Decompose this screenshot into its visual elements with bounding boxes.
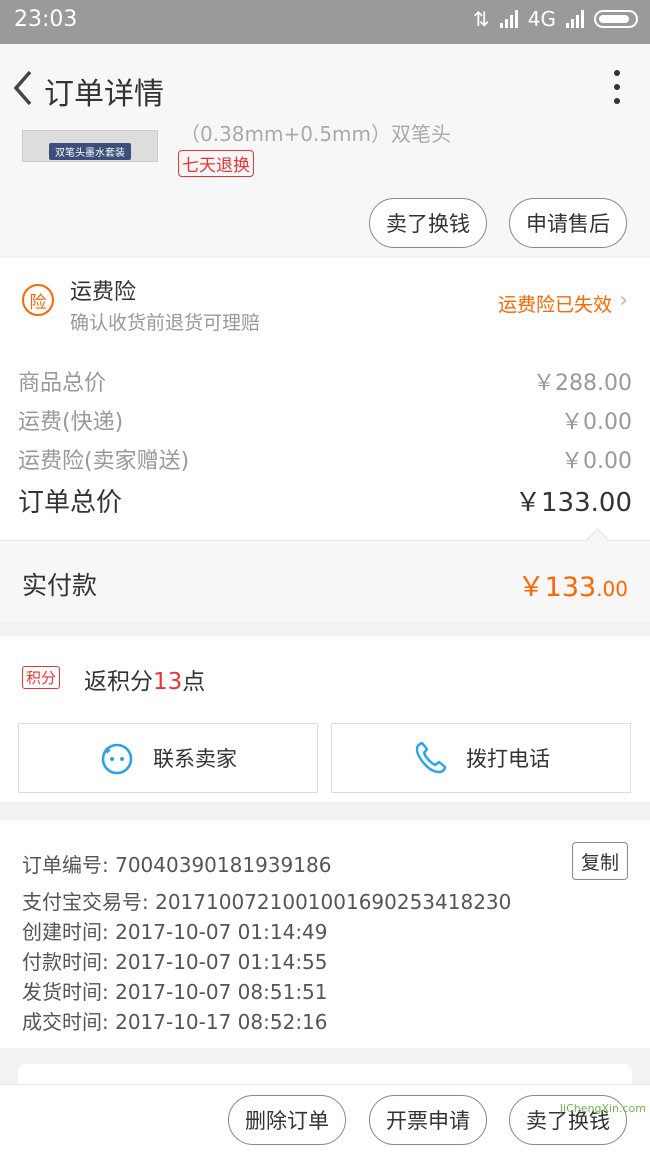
paid-section: 实付款 ￥133.00 xyxy=(0,528,650,621)
contact-seller-button[interactable]: 联系卖家 xyxy=(18,723,318,793)
data-transfer-icon: ⇅ xyxy=(473,7,490,31)
points-text: 返积分13点 xyxy=(84,669,206,695)
completed-time: 成交时间: 2017-10-17 08:52:16 xyxy=(22,1010,328,1034)
price-row: 运费(快递) ￥0.00 xyxy=(18,404,632,436)
created-time: 创建时间: 2017-10-07 01:14:49 xyxy=(22,920,328,944)
copy-button[interactable]: 复制 xyxy=(572,842,628,880)
alipay-trade-number: 支付宝交易号: 2017100721001001690253418230 xyxy=(22,890,512,914)
signal-icon xyxy=(499,10,518,28)
product-section: 双笔头墨水套装 （0.38mm+0.5mm）双笔头 七天退换 卖了换钱 申请售后 xyxy=(0,122,650,256)
status-time: 23:03 xyxy=(14,7,78,32)
price-card: 险 运费险 确认收货前退货可理赔 运费险已失效 › 商品总价 ￥288.00 运… xyxy=(0,258,650,540)
network-type: 4G xyxy=(527,7,556,31)
price-label: 运费(快递) xyxy=(18,410,124,435)
return-tag: 七天退换 xyxy=(178,150,254,177)
call-button[interactable]: 拨打电话 xyxy=(331,723,631,793)
bottom-action-bar: 删除订单 开票申请 卖了换钱 xyxy=(0,1084,650,1156)
watermark: JiChengXin.com xyxy=(559,1102,646,1115)
insurance-icon: 险 xyxy=(22,284,54,316)
price-label: 商品总价 xyxy=(18,371,107,396)
insurance-title: 运费险 xyxy=(70,280,137,305)
price-value: ￥0.00 xyxy=(561,449,632,474)
price-row: 商品总价 ￥288.00 xyxy=(18,365,632,397)
order-info-section: 订单编号: 70040390181939186 复制 支付宝交易号: 20171… xyxy=(0,820,650,1048)
chat-bubble-icon xyxy=(101,743,133,775)
paid-label: 实付款 xyxy=(22,571,98,600)
points-section: 积分 返积分13点 联系卖家 拨打电话 xyxy=(0,636,650,802)
phone-icon xyxy=(415,741,447,774)
paid-time: 付款时间: 2017-10-07 01:14:55 xyxy=(22,950,328,974)
product-spec: （0.38mm+0.5mm）双笔头 xyxy=(180,122,452,146)
price-value: ￥0.00 xyxy=(561,410,632,435)
order-total-value: ￥133.00 xyxy=(515,488,632,518)
order-number: 订单编号: 70040390181939186 xyxy=(22,853,332,877)
after-sale-button[interactable]: 申请售后 xyxy=(509,198,627,248)
status-bar: 23:03 ⇅ 4G xyxy=(0,0,650,44)
insurance-subtitle: 确认收货前退货可理赔 xyxy=(70,312,261,334)
delete-order-button[interactable]: 删除订单 xyxy=(228,1095,346,1145)
product-thumbnail[interactable]: 双笔头墨水套装 xyxy=(22,130,158,162)
points-badge: 积分 xyxy=(22,666,61,689)
page-title: 订单详情 xyxy=(44,77,164,112)
order-total-row: 订单总价 ￥133.00 xyxy=(18,482,632,519)
chevron-right-icon[interactable]: › xyxy=(619,288,628,313)
battery-icon xyxy=(594,10,638,28)
price-row: 运费险(卖家赠送) ￥0.00 xyxy=(18,443,632,475)
invoice-request-button[interactable]: 开票申请 xyxy=(369,1095,487,1145)
call-label: 拨打电话 xyxy=(466,747,550,771)
paid-value: ￥133.00 xyxy=(517,572,628,603)
insurance-status[interactable]: 运费险已失效 xyxy=(498,290,612,317)
sell-button[interactable]: 卖了换钱 xyxy=(369,198,487,248)
contact-seller-label: 联系卖家 xyxy=(153,747,237,771)
back-arrow-icon[interactable] xyxy=(10,68,36,108)
thumbnail-label: 双笔头墨水套装 xyxy=(49,143,131,160)
status-icons: ⇅ 4G xyxy=(473,7,638,31)
shipped-time: 发货时间: 2017-10-07 08:51:51 xyxy=(22,980,328,1004)
more-menu-icon[interactable] xyxy=(614,70,622,112)
price-label: 运费险(卖家赠送) xyxy=(18,449,190,474)
signal-icon-2 xyxy=(566,10,584,28)
price-value: ￥288.00 xyxy=(533,371,632,396)
order-total-label: 订单总价 xyxy=(18,488,123,518)
